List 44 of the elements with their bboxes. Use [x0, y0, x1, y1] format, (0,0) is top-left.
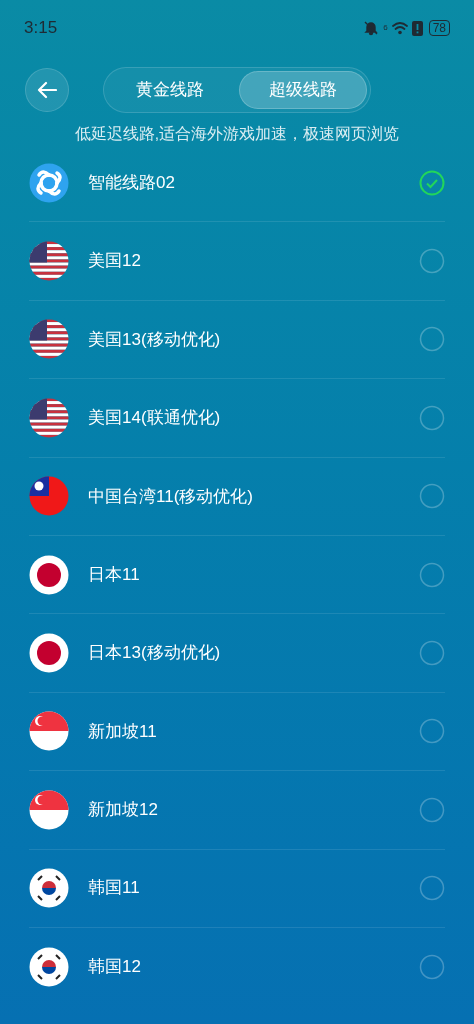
route-name[interactable]: 美国12 [88, 248, 419, 274]
route-name[interactable]: 韩国11 [88, 875, 419, 901]
route-name[interactable]: 韩国12 [88, 954, 419, 980]
flag-icon [29, 319, 69, 360]
flag-icon [29, 554, 69, 595]
radio-icon[interactable] [419, 404, 445, 431]
wifi-generation-label: 6 [383, 22, 388, 34]
radio-icon[interactable] [419, 954, 445, 981]
wifi-icon [391, 21, 408, 35]
route-tab[interactable]: 黄金线路 [107, 71, 233, 109]
route-name[interactable]: 日本13(移动优化) [88, 640, 419, 666]
flag-icon [29, 633, 69, 674]
back-arrow-icon [37, 81, 57, 99]
flag-icon [29, 947, 69, 988]
route-name[interactable]: 美国14(联通优化) [88, 405, 419, 431]
radio-icon[interactable] [419, 796, 445, 823]
status-time: 3:15 [24, 17, 58, 40]
swirl-logo-icon [29, 162, 69, 203]
route-name[interactable]: 智能线路02 [88, 169, 419, 196]
route-description: 低延迟线路,适合海外游戏加速，极速网页浏览 [73, 124, 401, 144]
radio-icon[interactable] [419, 718, 445, 745]
flag-icon [29, 397, 69, 438]
radio-icon[interactable] [419, 640, 445, 667]
battery-indicator: 78 [428, 20, 450, 36]
muted-bell-icon [363, 20, 380, 36]
route-name[interactable]: 新加坡11 [88, 718, 419, 745]
route-tab[interactable]: 超级线路 [239, 71, 367, 109]
flag-icon [29, 789, 69, 830]
route-name[interactable]: 日本11 [88, 561, 419, 588]
radio-icon[interactable] [419, 483, 445, 510]
route-name[interactable]: 美国13(移动优化) [88, 326, 419, 353]
radio-icon[interactable] [419, 248, 445, 275]
alert-icon [411, 20, 423, 36]
flag-icon [29, 711, 69, 752]
route-name[interactable]: 新加坡12 [88, 797, 419, 823]
flag-icon [29, 868, 69, 909]
route-name[interactable]: 中国台湾11(移动优化) [88, 483, 419, 509]
checked-radio-icon[interactable] [419, 169, 445, 196]
back-button[interactable] [25, 68, 69, 112]
radio-icon[interactable] [419, 875, 445, 902]
radio-icon[interactable] [419, 326, 445, 353]
flag-icon [29, 476, 69, 517]
radio-icon[interactable] [419, 561, 445, 588]
flag-icon [29, 241, 69, 282]
